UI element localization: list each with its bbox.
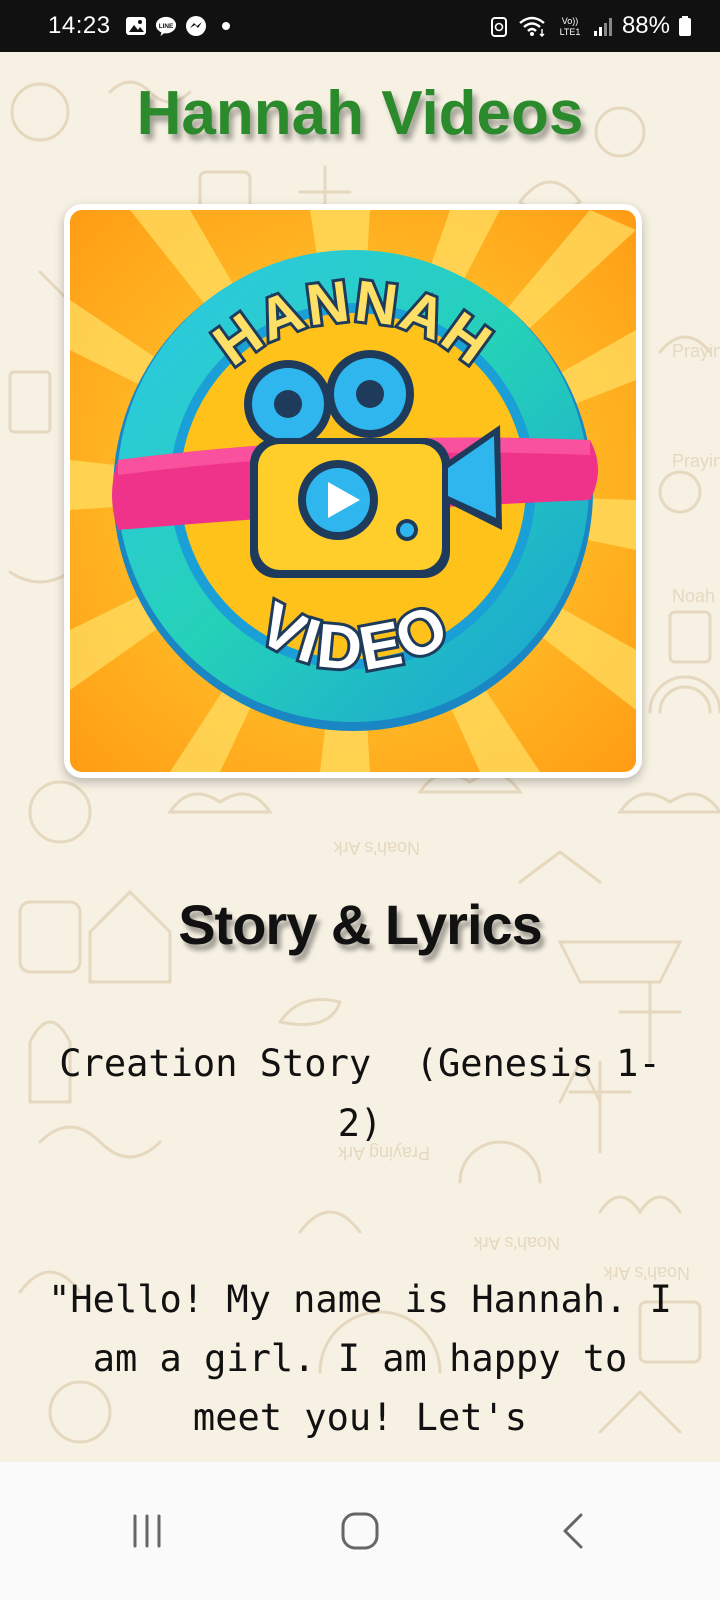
back-icon bbox=[563, 1513, 583, 1549]
doodle-label: Noah's Ark bbox=[333, 838, 420, 858]
logo-image: HANNAH VIDEO bbox=[70, 210, 636, 772]
recent-apps-icon bbox=[133, 1514, 161, 1548]
doodle-label: Praying bbox=[672, 451, 720, 471]
back-button[interactable] bbox=[533, 1491, 613, 1571]
svg-text:LINE: LINE bbox=[158, 23, 173, 30]
battery-saver-icon bbox=[488, 15, 510, 37]
app-title: Hannah Videos bbox=[136, 79, 584, 148]
gallery-icon bbox=[125, 15, 147, 37]
web-content[interactable]: Praying Praying Noah Noah's Ark Praying … bbox=[0, 52, 720, 1462]
battery-percent: 88% bbox=[621, 12, 670, 39]
notification-icons: LINE bbox=[125, 15, 237, 37]
hannah-video-logo: HANNAH VIDEO bbox=[64, 204, 642, 778]
story-lyrics-heading: Story & Lyrics bbox=[178, 893, 543, 956]
svg-text:LTE1: LTE1 bbox=[560, 27, 581, 37]
volte-icon: Vo)) LTE1 bbox=[556, 15, 584, 37]
status-bar: 14:23 LINE Vo)) LTE1 88% bbox=[0, 0, 720, 52]
wifi-icon bbox=[518, 15, 548, 37]
battery-icon bbox=[678, 15, 692, 37]
recent-apps-button[interactable] bbox=[107, 1491, 187, 1571]
line-icon: LINE bbox=[155, 15, 177, 37]
system-icons: Vo)) LTE1 88% bbox=[488, 12, 692, 40]
home-icon bbox=[341, 1512, 379, 1550]
doodle-label: Noah bbox=[672, 586, 715, 606]
story-title: Creation Story (Genesis 1-2) bbox=[59, 1042, 661, 1145]
messenger-icon bbox=[185, 15, 207, 37]
signal-icon bbox=[592, 15, 614, 37]
doodle-label: Noah's Ark bbox=[473, 1233, 560, 1253]
story-text: "Hello! My name is Hannah. I am a girl. … bbox=[48, 1278, 672, 1439]
dot-icon bbox=[215, 15, 237, 37]
svg-text:Vo)): Vo)) bbox=[562, 16, 579, 26]
doodle-label: Praying bbox=[672, 341, 720, 361]
status-time: 14:23 bbox=[48, 12, 111, 39]
home-button[interactable] bbox=[320, 1491, 400, 1571]
navigation-bar bbox=[0, 1462, 720, 1600]
